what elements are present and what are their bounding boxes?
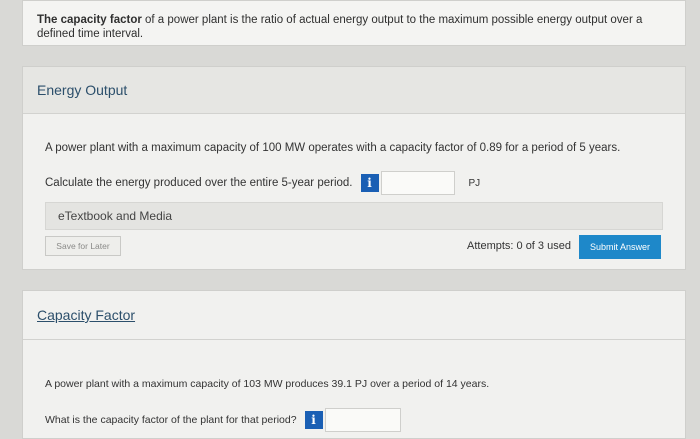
info-icon[interactable]: i	[304, 411, 323, 429]
energy-output-problem: A power plant with a maximum capacity of…	[45, 142, 621, 154]
capacity-factor-title-link[interactable]: Capacity Factor	[37, 307, 135, 323]
etextbook-media-link[interactable]: eTextbook and Media	[45, 202, 663, 230]
capacity-factor-question-row: What is the capacity factor of the plant…	[45, 408, 401, 432]
info-icon[interactable]: i	[360, 174, 379, 192]
attempts-counter: Attempts: 0 of 3 used	[467, 240, 571, 252]
energy-output-question-row: Calculate the energy produced over the e…	[45, 171, 480, 195]
capacity-factor-problem: A power plant with a maximum capacity of…	[45, 378, 490, 390]
save-for-later-button[interactable]: Save for Later	[45, 236, 121, 256]
energy-output-card: Energy Output A power plant with a maxim…	[22, 66, 686, 270]
energy-output-title: Energy Output	[23, 67, 685, 114]
submit-answer-button[interactable]: Submit Answer	[579, 235, 661, 259]
energy-unit-label: PJ	[468, 177, 481, 189]
energy-answer-input[interactable]	[380, 171, 455, 195]
capacity-factor-question: What is the capacity factor of the plant…	[45, 414, 297, 426]
capacity-factor-title-row: Capacity Factor	[23, 291, 685, 340]
energy-output-question: Calculate the energy produced over the e…	[45, 177, 353, 189]
intro-bold-term: The capacity factor	[37, 14, 142, 26]
capacity-factor-card: Capacity Factor A power plant with a max…	[22, 290, 686, 439]
intro-text: The capacity factor of a power plant is …	[22, 0, 686, 46]
capacity-factor-answer-input[interactable]	[324, 408, 401, 432]
